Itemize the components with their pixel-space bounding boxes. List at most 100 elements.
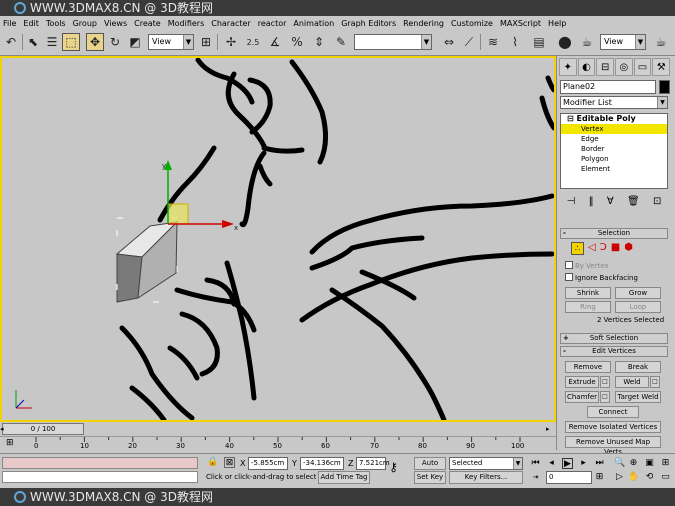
menu-group[interactable]: Group — [73, 19, 97, 28]
zoom-extents-all-icon[interactable]: ⊞ — [660, 458, 671, 469]
key-mode-dropdown[interactable]: Selected ▼ — [449, 457, 523, 470]
perspective-viewport[interactable]: y x — [0, 56, 556, 422]
slider-left-arrow-icon[interactable]: ◂ — [0, 425, 4, 433]
zoom-all-icon[interactable]: ⊕ — [628, 458, 639, 469]
snap-toggle-icon[interactable]: 2.5 — [244, 33, 262, 51]
named-selection-icon[interactable]: ✎ — [332, 33, 350, 51]
make-unique-icon[interactable]: ∀ — [607, 196, 614, 212]
stack-item-border[interactable]: Border — [561, 144, 667, 154]
time-config-icon[interactable]: ⊞ — [594, 472, 605, 483]
connect-button[interactable]: Connect — [587, 406, 639, 418]
maxscript-output-field[interactable] — [2, 471, 198, 483]
stack-item-polygon[interactable]: Polygon — [561, 154, 667, 164]
soft-selection-rollout-header[interactable]: + Soft Selection — [560, 333, 668, 344]
selection-rollout-header[interactable]: - Selection — [560, 228, 668, 239]
menu-graph-editors[interactable]: Graph Editors — [341, 19, 396, 28]
time-slider[interactable]: 0 / 100 ◂ ▸ — [0, 422, 556, 436]
zoom-icon[interactable]: 🔍 — [614, 458, 625, 469]
key-filters-button[interactable]: Key Filters... — [449, 471, 523, 484]
y-coord-field[interactable]: -34.136cm — [300, 457, 344, 470]
move-icon[interactable]: ✥ — [86, 33, 104, 51]
polygon-mode-icon[interactable]: ■ — [611, 242, 620, 256]
scale-icon[interactable]: ◩ — [126, 33, 144, 51]
spinner-snap-icon[interactable]: ⇕ — [310, 33, 328, 51]
key-icon[interactable]: ⚷ — [388, 461, 399, 473]
stack-item-edge[interactable]: Edge — [561, 134, 667, 144]
current-frame-field[interactable]: 0 — [546, 471, 592, 484]
menu-create[interactable]: Create — [134, 19, 161, 28]
menu-views[interactable]: Views — [104, 19, 127, 28]
poly-object[interactable] — [115, 217, 179, 303]
maxscript-listener-field[interactable] — [2, 457, 198, 469]
pan-icon[interactable]: ✋ — [628, 472, 639, 483]
configure-sets-icon[interactable]: ⊡ — [653, 196, 661, 212]
percent-snap-icon[interactable]: % — [288, 33, 306, 51]
weld-button[interactable]: Weld — [615, 376, 649, 388]
show-end-result-icon[interactable]: ‖ — [589, 196, 594, 212]
stack-item-element[interactable]: Element — [561, 164, 667, 174]
shrink-button[interactable]: Shrink — [565, 287, 611, 299]
menu-modifiers[interactable]: Modifiers — [168, 19, 205, 28]
play-icon[interactable]: ▶ — [562, 458, 573, 469]
previous-frame-icon[interactable]: ◂ — [546, 458, 557, 469]
undo-icon[interactable]: ↶ — [2, 33, 20, 51]
layer-manager-icon[interactable]: ≋ — [484, 33, 502, 51]
zoom-extents-icon[interactable]: ▣ — [644, 458, 655, 469]
chamfer-button[interactable]: Chamfer — [565, 391, 599, 403]
create-tab-icon[interactable]: ✦ — [559, 58, 577, 76]
rotate-icon[interactable]: ↻ — [106, 33, 124, 51]
border-mode-icon[interactable]: Ↄ — [600, 242, 607, 256]
remove-button[interactable]: Remove — [565, 361, 611, 373]
stack-item-vertex[interactable]: Vertex — [561, 124, 667, 134]
time-slider-thumb[interactable]: 0 / 100 — [2, 423, 84, 435]
menu-edit[interactable]: Edit — [23, 19, 39, 28]
menu-tools[interactable]: Tools — [46, 19, 66, 28]
target-weld-button[interactable]: Target Weld — [615, 391, 661, 403]
remove-modifier-icon[interactable]: 🗑 — [627, 196, 640, 212]
utilities-tab-icon[interactable]: ⚒ — [652, 58, 671, 76]
auto-key-button[interactable]: Auto Key — [414, 457, 446, 478]
menu-animation[interactable]: Animation — [293, 19, 334, 28]
weld-settings-icon[interactable]: □ — [650, 376, 660, 388]
menu-help[interactable]: Help — [548, 19, 566, 28]
object-name-field[interactable]: Plane02 — [560, 80, 656, 94]
render-view-dropdown[interactable]: View ▼ — [600, 34, 646, 50]
break-button[interactable]: Break — [615, 361, 661, 373]
ignore-backfacing-checkbox[interactable]: Ignore Backfacing — [565, 273, 638, 282]
chamfer-settings-icon[interactable]: □ — [600, 391, 610, 403]
remove-unused-map-verts-button[interactable]: Remove Unused Map Verts — [565, 436, 661, 456]
slider-right-arrow-icon[interactable]: ▸ — [546, 425, 550, 433]
rect-selection-icon[interactable]: ⬚ — [62, 33, 80, 51]
object-color-swatch[interactable] — [659, 80, 670, 94]
extrude-button[interactable]: Extrude — [565, 376, 599, 388]
modifier-list-dropdown[interactable]: Modifier List ▼ — [560, 96, 668, 109]
menu-maxscript[interactable]: MAXScript — [500, 19, 541, 28]
motion-tab-icon[interactable]: ◎ — [615, 58, 633, 76]
by-vertex-checkbox[interactable]: By Vertex — [565, 261, 609, 270]
remove-isolated-vertices-button[interactable]: Remove Isolated Vertices — [565, 421, 661, 433]
select-by-name-icon[interactable]: ☰ — [43, 33, 61, 51]
reference-coord-dropdown[interactable]: View ▼ — [148, 34, 194, 50]
loop-button[interactable]: Loop — [615, 301, 661, 313]
x-coord-field[interactable]: -5.855cm — [248, 457, 288, 470]
select-manipulate-icon[interactable]: ✢ — [222, 33, 240, 51]
key-mode-toggle-icon[interactable]: ⇥ — [530, 472, 541, 483]
align-icon[interactable]: ⟋ — [460, 33, 478, 51]
menu-file[interactable]: File — [3, 19, 16, 28]
edge-mode-icon[interactable]: ◁ — [588, 242, 596, 256]
select-object-icon[interactable]: ⬉ — [24, 33, 42, 51]
stack-root-editable-poly[interactable]: ⊟ Editable Poly — [561, 114, 667, 124]
menu-reactor[interactable]: reactor — [258, 19, 287, 28]
schematic-view-icon[interactable]: ▤ — [530, 33, 548, 51]
z-coord-field[interactable]: 7.521cm — [356, 457, 390, 470]
quick-render-icon[interactable]: ☕ — [652, 33, 670, 51]
menu-rendering[interactable]: Rendering — [403, 19, 444, 28]
arc-rotate-icon[interactable]: ⟲ — [644, 472, 655, 483]
element-mode-icon[interactable]: ⬢ — [624, 242, 633, 256]
pivot-center-icon[interactable]: ⊞ — [197, 33, 215, 51]
modify-tab-icon[interactable]: ◐ — [577, 58, 596, 76]
curve-editor-icon[interactable]: ⌇ — [506, 33, 524, 51]
menu-character[interactable]: Character — [211, 19, 251, 28]
angle-snap-icon[interactable]: ∡ — [266, 33, 284, 51]
maximize-viewport-icon[interactable]: ▭ — [660, 472, 671, 483]
